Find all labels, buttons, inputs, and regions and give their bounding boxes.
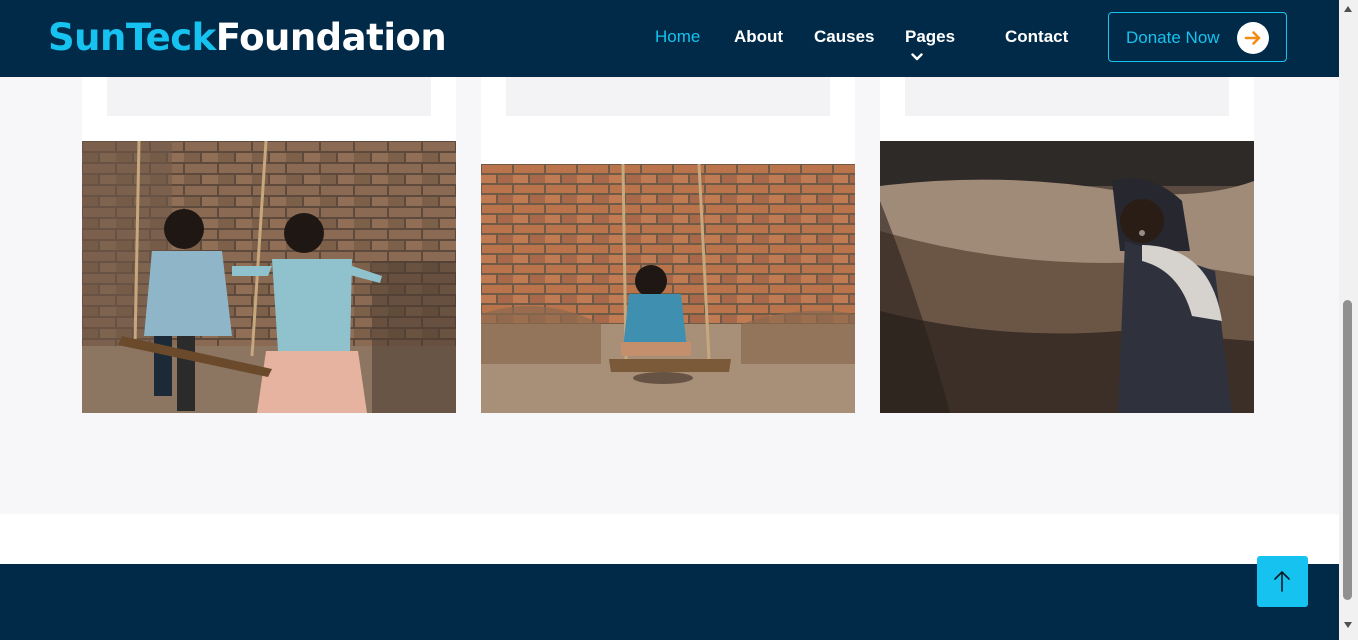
nav-link-causes[interactable]: Causes	[814, 27, 874, 47]
arrow-right-icon	[1237, 22, 1269, 54]
back-to-top-button[interactable]	[1257, 556, 1308, 607]
donate-now-button[interactable]: Donate Now	[1108, 12, 1287, 62]
brand-name-part2: Foundation	[215, 16, 447, 59]
scroll-down-arrow-icon[interactable]	[1344, 622, 1352, 628]
nav-link-home[interactable]: Home	[655, 27, 700, 47]
footer	[0, 564, 1339, 640]
girl-in-headscarf-photo[interactable]	[880, 141, 1254, 413]
scroll-up-arrow-icon[interactable]	[1344, 6, 1352, 12]
donate-now-label: Donate Now	[1126, 28, 1220, 47]
chevron-down-icon	[911, 52, 923, 60]
brand-logo[interactable]: SunTeckFoundation	[48, 14, 447, 62]
arrow-up-icon	[1274, 571, 1290, 592]
nav-link-contact[interactable]: Contact	[1005, 27, 1068, 47]
nav-link-pages-label: Pages	[905, 27, 956, 46]
two-children-on-swings-photo[interactable]	[82, 141, 456, 413]
nav-link-pages[interactable]: Pages	[905, 27, 955, 67]
navbar: SunTeckFoundation Home About Causes Page…	[0, 0, 1339, 77]
brand-name-part1: SunTeck	[48, 16, 216, 59]
child-on-swing-photo[interactable]	[481, 164, 855, 413]
section-divider-band	[0, 514, 1339, 564]
nav-link-about[interactable]: About	[734, 27, 783, 47]
scrollbar-thumb[interactable]	[1343, 300, 1352, 600]
scrollbar[interactable]	[1339, 0, 1358, 640]
